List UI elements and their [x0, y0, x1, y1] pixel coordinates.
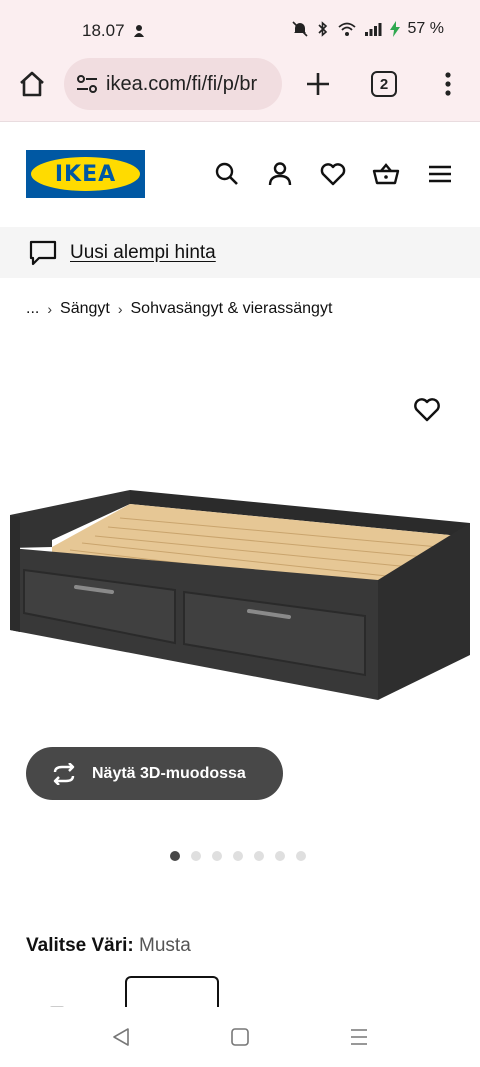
carousel-dot[interactable]	[254, 851, 264, 861]
carousel-dot[interactable]	[275, 851, 285, 861]
add-to-favourites-icon[interactable]	[412, 395, 442, 423]
favourites-icon[interactable]	[319, 160, 347, 188]
mute-icon	[291, 21, 308, 37]
breadcrumb: ... › Sängyt › Sohvasängyt & vierassängy…	[26, 300, 332, 318]
breadcrumb-ellipsis[interactable]: ...	[26, 300, 39, 318]
carousel-dot[interactable]	[212, 851, 222, 861]
address-bar[interactable]: ikea.com/fi/fi/p/br	[64, 58, 282, 110]
carousel-dot[interactable]	[170, 851, 180, 861]
carousel-dot[interactable]	[296, 851, 306, 861]
view-3d-button[interactable]: Näytä 3D-muodossa	[26, 747, 283, 800]
browser-toolbar: ikea.com/fi/fi/p/br 2	[0, 58, 480, 122]
color-selector-heading: Valitse Väri: Musta	[26, 935, 191, 957]
promo-link[interactable]: Uusi alempi hinta	[70, 242, 216, 264]
logo-text: IKEA	[54, 161, 117, 187]
cart-icon[interactable]	[372, 160, 400, 188]
site-settings-icon[interactable]	[76, 74, 98, 94]
product-image[interactable]	[0, 480, 480, 710]
status-icons: 57 %	[291, 20, 444, 38]
breadcrumb-item-beds[interactable]: Sängyt	[60, 300, 110, 318]
overflow-menu-icon[interactable]	[436, 68, 460, 100]
bluetooth-icon	[317, 21, 327, 37]
recents-icon[interactable]	[348, 1027, 370, 1047]
chevron-right-icon: ›	[117, 301, 123, 317]
carousel-indicator	[170, 851, 306, 861]
new-tab-icon[interactable]	[302, 68, 334, 100]
signal-icon	[364, 23, 382, 36]
status-time: 18.07	[82, 21, 145, 41]
charging-icon	[389, 21, 400, 37]
time-text: 18.07	[82, 21, 125, 40]
logo-oval: IKEA	[31, 157, 140, 191]
tab-switcher-button[interactable]: 2	[371, 71, 397, 97]
breadcrumb-item-sofa-beds[interactable]: Sohvasängyt & vierassängyt	[131, 300, 333, 318]
rotate-3d-icon	[53, 762, 75, 785]
status-bar: 18.07 57 %	[0, 0, 480, 58]
back-icon[interactable]	[110, 1027, 132, 1047]
tab-count: 2	[379, 75, 389, 93]
color-value: Musta	[139, 935, 191, 956]
battery-percent: 57 %	[407, 20, 444, 37]
ikea-logo[interactable]: IKEA	[26, 150, 145, 198]
home-nav-icon[interactable]	[229, 1027, 251, 1047]
url-text: ikea.com/fi/fi/p/br	[106, 72, 258, 95]
notification-icon	[133, 25, 144, 37]
price-promo-banner: Uusi alempi hinta	[0, 227, 480, 278]
site-header: IKEA	[0, 122, 480, 226]
home-icon[interactable]	[16, 68, 48, 100]
view-3d-label: Näytä 3D-muodossa	[92, 764, 246, 782]
wifi-icon	[337, 22, 356, 36]
carousel-dot[interactable]	[191, 851, 201, 861]
account-icon[interactable]	[266, 160, 294, 188]
chevron-right-icon: ›	[47, 301, 53, 317]
search-icon[interactable]	[213, 160, 241, 188]
chat-bubble-icon	[29, 240, 57, 265]
color-heading: Valitse Väri:	[26, 935, 134, 956]
carousel-dot[interactable]	[233, 851, 243, 861]
menu-icon[interactable]	[426, 160, 454, 188]
system-nav-bar	[0, 1007, 480, 1067]
